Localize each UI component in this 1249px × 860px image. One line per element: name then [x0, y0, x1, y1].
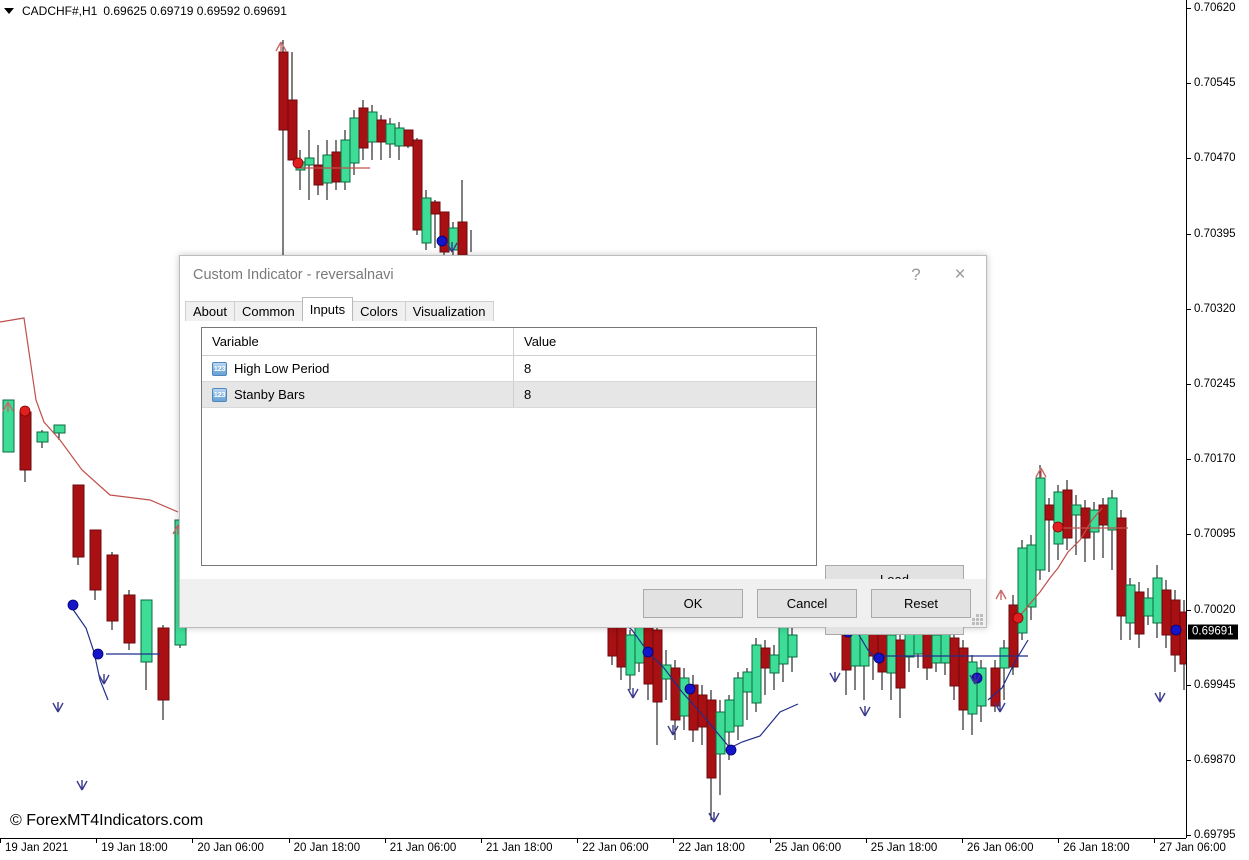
- triangle-down-icon[interactable]: [4, 8, 14, 14]
- price-axis-label: 0.70095: [1194, 528, 1236, 541]
- number-icon: 123: [212, 387, 227, 402]
- resize-grip-icon[interactable]: [972, 614, 983, 625]
- time-axis-label: 20 Jan 06:00: [197, 842, 264, 854]
- dialog-tab-strip[interactable]: About Common Inputs Colors Visualization: [185, 297, 986, 322]
- price-axis-label: 0.70245: [1194, 378, 1236, 390]
- column-header-variable: Variable: [212, 334, 259, 349]
- time-tick: [865, 839, 867, 843]
- price-axis-label: 0.70170: [1194, 453, 1236, 466]
- time-axis-label: 27 Jan 06:00: [1159, 842, 1226, 854]
- variable-value[interactable]: 8: [524, 361, 531, 376]
- price-tick: [1187, 308, 1191, 310]
- price-tick: [1187, 233, 1191, 235]
- time-axis-label: 21 Jan 18:00: [486, 842, 553, 854]
- column-header-value: Value: [513, 328, 816, 355]
- table-row[interactable]: 123 High Low Period 8: [202, 356, 816, 382]
- variable-name: Stanby Bars: [234, 387, 305, 402]
- price-axis-label: 0.70395: [1194, 227, 1236, 240]
- price-tick: [1187, 8, 1191, 9]
- symbol-label: CADCHF#,H1: [22, 4, 98, 18]
- custom-indicator-dialog[interactable]: Custom Indicator - reversalnavi ? × Abou…: [179, 255, 987, 635]
- time-axis-label: 26 Jan 18:00: [1063, 842, 1130, 854]
- number-icon: 123: [212, 361, 227, 376]
- time-axis-label: 22 Jan 06:00: [582, 842, 649, 854]
- price-axis-label: 0.70545: [1194, 77, 1236, 90]
- time-tick: [1058, 839, 1060, 843]
- dialog-title: Custom Indicator - reversalnavi: [193, 267, 394, 283]
- tab-visualization[interactable]: Visualization: [404, 301, 494, 322]
- time-axis-label: 26 Jan 06:00: [967, 842, 1034, 854]
- help-icon[interactable]: ?: [894, 256, 938, 294]
- table-header-row: Variable Value: [202, 328, 816, 356]
- cancel-button[interactable]: Cancel: [757, 588, 857, 618]
- variable-value[interactable]: 8: [524, 387, 531, 402]
- price-tick: [1187, 83, 1191, 85]
- symbol-info-header: CADCHF#,H1 0.69625 0.69719 0.69592 0.696…: [4, 3, 287, 19]
- dialog-footer: OK Cancel Reset: [180, 579, 986, 627]
- tab-colors[interactable]: Colors: [352, 301, 406, 322]
- time-tick: [1154, 839, 1156, 843]
- time-axis-label: 21 Jan 06:00: [389, 842, 457, 854]
- time-axis-label: 20 Jan 18:00: [293, 842, 361, 854]
- price-axis-label: 0.69870: [1194, 754, 1236, 766]
- time-axis-label: 19 Jan 2021: [5, 842, 69, 854]
- variable-name: High Low Period: [234, 361, 330, 376]
- table-row[interactable]: 123 Stanby Bars 8: [202, 382, 816, 408]
- mt4-chart-window: CADCHF#,H1 0.69625 0.69719 0.69592 0.696…: [0, 0, 1249, 860]
- price-tick: [1187, 459, 1191, 461]
- price-axis-label: 0.70470: [1194, 152, 1236, 165]
- tab-panel-inputs: Variable Value 123 High Low Period 8 123…: [180, 321, 986, 635]
- time-tick: [384, 839, 386, 843]
- price-tick: [1187, 158, 1191, 160]
- time-tick: [769, 839, 771, 843]
- time-tick: [962, 839, 963, 843]
- price-axis[interactable]: 0.70620 0.70545 0.70470 0.70395 0.70320 0.702…: [1186, 0, 1249, 842]
- time-axis-label: 22 Jan 18:00: [678, 842, 745, 854]
- tab-about[interactable]: About: [185, 301, 235, 322]
- ok-button[interactable]: OK: [643, 588, 743, 618]
- current-price-tag: 0.69691: [1188, 624, 1238, 640]
- close-icon[interactable]: ×: [938, 256, 982, 294]
- dialog-body: About Common Inputs Colors Visualization…: [180, 294, 986, 635]
- price-axis-label: 0.70620: [1194, 2, 1236, 14]
- price-axis-label: 0.69795: [1194, 829, 1236, 842]
- price-tick: [1187, 835, 1191, 837]
- price-tick: [1187, 384, 1191, 385]
- price-tick: [1187, 609, 1191, 611]
- price-tick: [1187, 760, 1191, 761]
- time-tick: [96, 839, 98, 843]
- time-tick: [481, 839, 482, 843]
- time-tick: [192, 839, 194, 843]
- dialog-titlebar[interactable]: Custom Indicator - reversalnavi ? ×: [180, 256, 986, 294]
- time-tick: [0, 839, 1, 843]
- site-watermark: © ForexMT4Indicators.com: [10, 812, 204, 829]
- time-axis-label: 25 Jan 18:00: [870, 842, 938, 854]
- time-tick: [288, 839, 290, 843]
- time-tick: [673, 839, 675, 843]
- ohlc-values: 0.69625 0.69719 0.69592 0.69691: [103, 4, 287, 18]
- reset-button[interactable]: Reset: [871, 588, 971, 618]
- price-axis-label: 0.70020: [1194, 603, 1236, 616]
- time-axis-label: 25 Jan 06:00: [774, 842, 842, 854]
- tab-common[interactable]: Common: [233, 301, 303, 322]
- tab-inputs[interactable]: Inputs: [301, 297, 354, 321]
- price-axis-label: 0.70320: [1194, 302, 1236, 315]
- price-axis-label: 0.69945: [1194, 678, 1236, 691]
- inputs-table[interactable]: Variable Value 123 High Low Period 8 123…: [201, 327, 817, 566]
- price-tick: [1187, 684, 1191, 686]
- time-axis[interactable]: 19 Jan 2021 19 Jan 18:00 20 Jan 06:00 20 Ja…: [0, 838, 1226, 860]
- time-axis-label: 19 Jan 18:00: [101, 842, 168, 854]
- time-tick: [577, 839, 579, 843]
- price-tick: [1187, 534, 1191, 536]
